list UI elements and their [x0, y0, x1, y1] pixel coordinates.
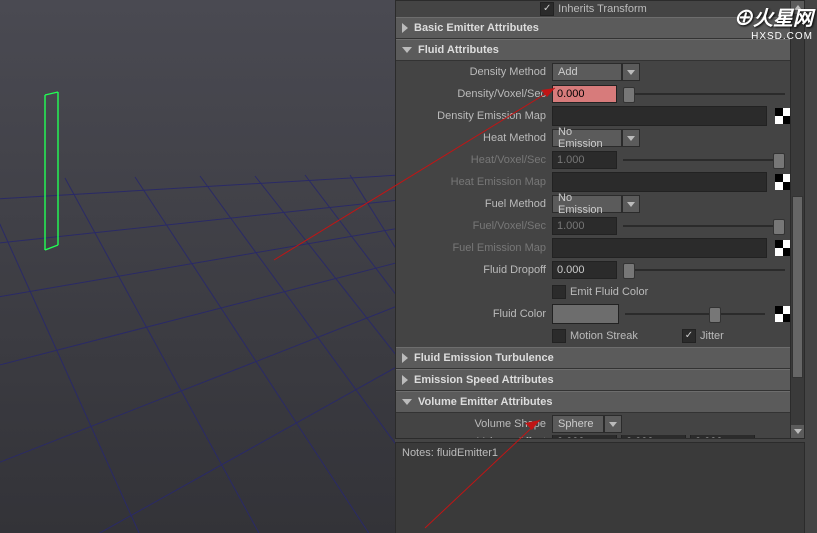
dropoff-field[interactable]	[552, 261, 617, 279]
section-title: Basic Emitter Attributes	[414, 22, 539, 34]
fluid-attributes-group: Density Method Add Density/Voxel/Sec Den…	[396, 61, 791, 347]
scroll-thumb[interactable]	[792, 196, 803, 378]
heat-map-button[interactable]	[775, 174, 791, 190]
dropdown-value: No Emission	[558, 192, 616, 216]
inherits-transform-checkbox[interactable]: ✓Inherits Transform	[540, 2, 647, 16]
watermark-url: HXSD.COM	[733, 31, 813, 42]
density-method-dropdown[interactable]: Add	[552, 63, 622, 81]
label-density-map: Density Emission Map	[396, 110, 552, 122]
heat-voxel-field	[552, 151, 617, 169]
fluid-color-swatch[interactable]	[552, 304, 619, 324]
chevron-right-icon	[402, 23, 408, 33]
fluid-color-slider[interactable]	[625, 305, 765, 323]
heat-method-caret[interactable]	[622, 129, 640, 147]
density-method-caret[interactable]	[622, 63, 640, 81]
label-heat-voxel: Heat/Voxel/Sec	[396, 154, 552, 166]
checkbox-label: Motion Streak	[570, 330, 638, 342]
section-title: Fluid Attributes	[418, 44, 499, 56]
chevron-down-icon	[402, 399, 412, 405]
attribute-body: ✓Inherits Transform Basic Emitter Attrib…	[395, 0, 805, 439]
fluid-color-map-button[interactable]	[775, 306, 791, 322]
label-heat-method: Heat Method	[396, 132, 552, 144]
section-emission-speed[interactable]: Emission Speed Attributes	[396, 369, 791, 391]
grid-overlay	[0, 0, 395, 533]
density-voxel-slider[interactable]	[623, 85, 785, 103]
fuel-voxel-field	[552, 217, 617, 235]
caret-down-icon	[627, 136, 635, 141]
density-map-button[interactable]	[775, 108, 791, 124]
label-heat-map: Heat Emission Map	[396, 176, 552, 188]
density-map-field[interactable]	[552, 106, 767, 126]
volume-shape-caret[interactable]	[604, 415, 622, 433]
density-voxel-field[interactable]	[552, 85, 617, 103]
dropdown-value: Sphere	[558, 418, 593, 430]
chevron-down-icon	[402, 47, 412, 53]
caret-down-icon	[609, 422, 617, 427]
scroll-down-button[interactable]	[791, 425, 804, 438]
checkbox-label: Emit Fluid Color	[570, 286, 648, 298]
watermark: ⊕火星网 HXSD.COM	[733, 2, 813, 42]
label-dropoff: Fluid Dropoff	[396, 264, 552, 276]
vertical-scrollbar[interactable]	[790, 1, 804, 438]
label-density-method: Density Method	[396, 66, 552, 78]
fuel-map-button[interactable]	[775, 240, 791, 256]
heat-method-dropdown[interactable]: No Emission	[552, 129, 622, 147]
notes-label: Notes:	[402, 447, 434, 459]
label-density-voxel: Density/Voxel/Sec	[396, 88, 552, 100]
fuel-map-field	[552, 238, 767, 258]
checkbox-label: Inherits Transform	[558, 3, 647, 15]
chevron-right-icon	[402, 375, 408, 385]
volume-offset-x[interactable]	[552, 435, 617, 439]
dropdown-value: Add	[558, 66, 578, 78]
volume-emitter-group: Volume Shape Sphere Volume Offset	[396, 413, 791, 439]
label-fuel-method: Fuel Method	[396, 198, 552, 210]
notes-panel[interactable]: Notes: fluidEmitter1	[395, 442, 805, 533]
volume-shape-dropdown[interactable]: Sphere	[552, 415, 604, 433]
section-volume-emitter[interactable]: Volume Emitter Attributes	[396, 391, 791, 413]
section-title: Volume Emitter Attributes	[418, 396, 552, 408]
label-fuel-map: Fuel Emission Map	[396, 242, 552, 254]
attribute-panel: ✓Inherits Transform Basic Emitter Attrib…	[395, 0, 817, 533]
emit-color-checkbox[interactable]: Emit Fluid Color	[552, 285, 648, 299]
section-title: Fluid Emission Turbulence	[414, 352, 554, 364]
checkbox-label: Jitter	[700, 330, 724, 342]
heat-map-field	[552, 172, 767, 192]
chevron-right-icon	[402, 353, 408, 363]
dropdown-value: No Emission	[558, 126, 616, 150]
fuel-voxel-slider	[623, 217, 785, 235]
caret-down-icon	[627, 202, 635, 207]
label-volume-shape: Volume Shape	[396, 418, 552, 430]
watermark-logo: ⊕火星网	[733, 2, 813, 31]
section-fluid-attributes[interactable]: Fluid Attributes	[396, 39, 791, 61]
section-title: Emission Speed Attributes	[414, 374, 554, 386]
viewport-3d[interactable]	[0, 0, 395, 533]
notes-value: fluidEmitter1	[437, 447, 498, 459]
label-fluid-color: Fluid Color	[396, 308, 552, 320]
heat-voxel-slider	[623, 151, 785, 169]
motion-streak-checkbox[interactable]: Motion Streak	[552, 329, 682, 343]
section-basic-emitter[interactable]: Basic Emitter Attributes	[396, 17, 791, 39]
fuel-method-caret[interactable]	[622, 195, 640, 213]
jitter-checkbox[interactable]: ✓Jitter	[682, 329, 724, 343]
dropoff-slider[interactable]	[623, 261, 785, 279]
label-fuel-voxel: Fuel/Voxel/Sec	[396, 220, 552, 232]
label-volume-offset: Volume Offset	[396, 436, 552, 439]
fuel-method-dropdown[interactable]: No Emission	[552, 195, 622, 213]
volume-offset-z[interactable]	[690, 435, 755, 439]
section-fluid-turbulence[interactable]: Fluid Emission Turbulence	[396, 347, 791, 369]
volume-offset-y[interactable]	[621, 435, 686, 439]
caret-down-icon	[627, 70, 635, 75]
